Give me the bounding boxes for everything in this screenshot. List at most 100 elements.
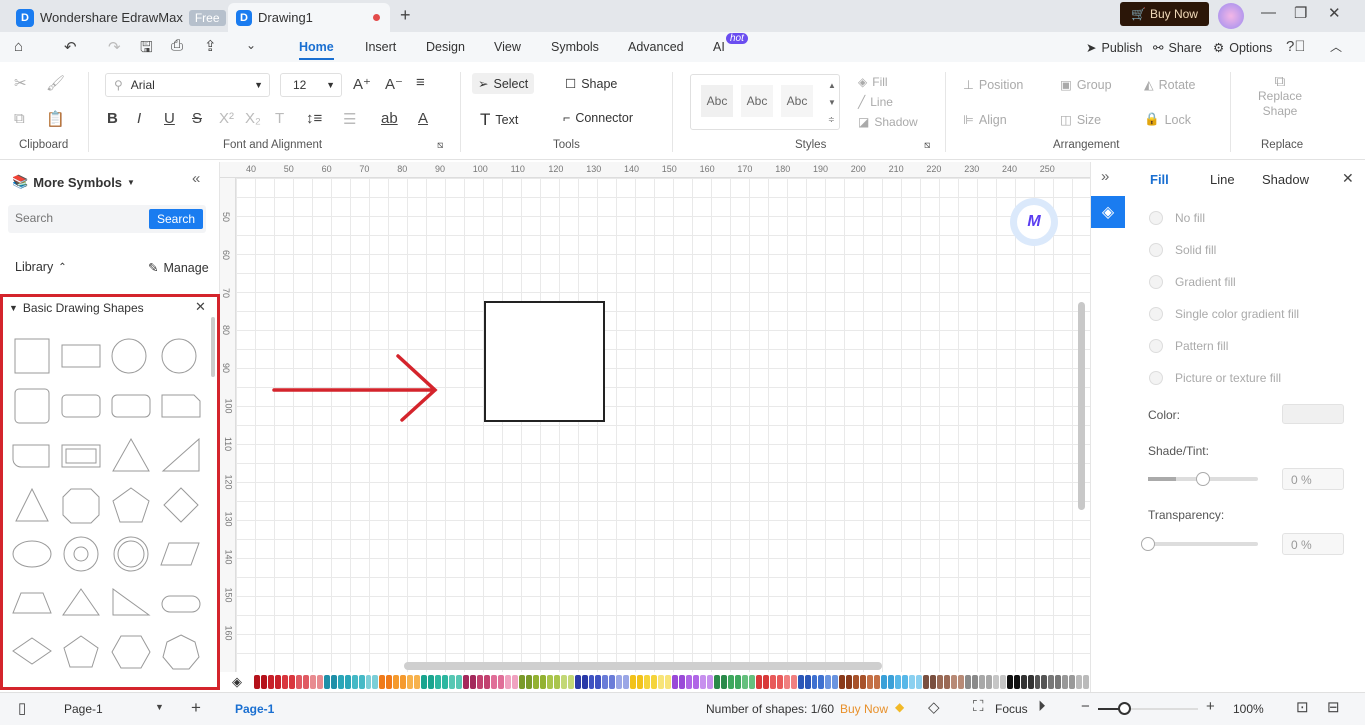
bold-icon[interactable]: B — [107, 110, 118, 127]
color-swatch[interactable] — [490, 675, 497, 689]
fill-picker-icon[interactable]: ◈ — [232, 674, 242, 690]
color-swatch[interactable] — [1041, 675, 1048, 689]
shape-tool[interactable]: ☐ Shape — [565, 76, 617, 92]
expand-dialog-icon[interactable]: ⧅ — [437, 140, 443, 151]
buy-now-button[interactable]: 🛒 Buy Now — [1120, 2, 1209, 26]
color-swatch[interactable] — [881, 675, 888, 689]
buy-now-link[interactable]: Buy Now — [840, 702, 888, 716]
collapse-panel-icon[interactable]: « — [192, 170, 200, 187]
format-painter-icon[interactable]: 🖌 — [46, 74, 65, 92]
close-window-icon[interactable]: ✕ — [1328, 4, 1341, 22]
color-swatch[interactable] — [393, 675, 400, 689]
options-button[interactable]: ⚙ Options — [1213, 40, 1272, 56]
color-swatch[interactable] — [1034, 675, 1041, 689]
color-swatch[interactable] — [456, 675, 463, 689]
superscript-icon[interactable]: X² — [219, 110, 234, 127]
color-swatch[interactable] — [727, 675, 734, 689]
color-swatch[interactable] — [839, 675, 846, 689]
publish-button[interactable]: ➤ Publish — [1086, 40, 1142, 56]
avatar[interactable] — [1218, 3, 1244, 29]
color-swatch[interactable] — [790, 675, 797, 689]
zoom-slider[interactable] — [1098, 702, 1198, 715]
color-swatch[interactable] — [254, 675, 260, 689]
color-swatch[interactable] — [414, 675, 421, 689]
color-swatch[interactable] — [700, 675, 706, 689]
fit-width-icon[interactable]: ⊟ — [1327, 698, 1340, 716]
print-icon[interactable]: ⎙ — [171, 37, 183, 54]
select-tool[interactable]: ➢ Select — [472, 73, 535, 94]
color-swatch[interactable] — [867, 675, 874, 689]
color-swatch[interactable] — [630, 675, 637, 689]
redo-icon[interactable]: ↷ — [108, 38, 121, 56]
color-swatch[interactable] — [267, 675, 274, 689]
expand-panel-icon[interactable]: » — [1101, 168, 1109, 185]
color-swatch[interactable] — [755, 675, 762, 689]
color-swatch[interactable] — [644, 675, 651, 689]
drawing-canvas[interactable]: 40 50 60 70 80 90 100 110 120 130 140 150 160 170 180 1… — [220, 162, 1090, 672]
color-swatch[interactable] — [518, 675, 525, 689]
close-section-icon[interactable]: ✕ — [195, 299, 206, 315]
fill-option-radio[interactable]: Pattern fill — [1149, 339, 1228, 353]
cut-icon[interactable]: ✂ — [14, 74, 27, 92]
shade-input[interactable]: 0 % — [1282, 468, 1344, 490]
color-swatch[interactable] — [748, 675, 755, 689]
color-swatch[interactable] — [950, 675, 957, 689]
color-swatch[interactable] — [1048, 675, 1055, 689]
fill-option-radio[interactable]: No fill — [1149, 211, 1205, 225]
color-swatch[interactable] — [776, 675, 783, 689]
color-swatch[interactable] — [260, 675, 267, 689]
color-swatch[interactable] — [971, 675, 978, 689]
color-swatch[interactable] — [909, 675, 916, 689]
color-swatch[interactable] — [546, 675, 553, 689]
tab-design[interactable]: Design — [426, 40, 465, 54]
color-swatch[interactable] — [825, 675, 832, 689]
color-swatch[interactable] — [463, 675, 470, 689]
strikethrough-icon[interactable]: S — [192, 110, 202, 127]
color-swatch[interactable] — [964, 675, 971, 689]
fill-option-radio[interactable]: Picture or texture fill — [1149, 371, 1281, 385]
color-swatch[interactable] — [309, 675, 316, 689]
export-icon[interactable]: ⇪ — [204, 37, 217, 55]
color-swatch[interactable] — [274, 675, 281, 689]
color-swatch[interactable] — [595, 675, 602, 689]
color-swatch[interactable] — [316, 675, 323, 689]
vertical-scrollbar[interactable] — [1078, 302, 1085, 510]
color-swatch[interactable] — [992, 675, 999, 689]
color-swatch[interactable] — [358, 675, 365, 689]
color-swatch[interactable] — [783, 675, 790, 689]
color-swatch[interactable] — [846, 675, 853, 689]
color-swatch[interactable] — [811, 675, 818, 689]
color-swatch[interactable] — [539, 675, 546, 689]
library-toggle[interactable]: Library ⌃ — [15, 260, 67, 274]
color-swatch[interactable] — [860, 675, 867, 689]
font-size-select[interactable]: 12 ▼ — [280, 73, 342, 97]
color-swatch[interactable] — [1027, 675, 1034, 689]
color-swatch[interactable] — [637, 675, 644, 689]
tab-shadow[interactable]: Shadow — [1262, 172, 1309, 187]
page-selector[interactable]: Page-1 — [64, 702, 103, 716]
italic-icon[interactable]: I — [137, 110, 141, 127]
app-tab[interactable]: D Wondershare EdrawMax Free — [8, 3, 234, 32]
page-tab[interactable]: Page-1 — [235, 702, 274, 716]
color-swatch[interactable] — [720, 675, 727, 689]
color-swatch[interactable] — [1076, 675, 1083, 689]
color-swatch[interactable] — [560, 675, 567, 689]
color-swatch[interactable] — [902, 675, 909, 689]
style-sample[interactable]: Abc — [701, 85, 733, 117]
add-page-icon[interactable]: + — [191, 698, 201, 718]
color-swatch[interactable] — [923, 675, 929, 689]
color-swatch[interactable] — [567, 675, 574, 689]
color-swatch[interactable] — [295, 675, 302, 689]
shade-slider[interactable] — [1148, 472, 1258, 486]
fill-option-radio[interactable]: Solid fill — [1149, 243, 1216, 257]
gallery-scroll-icon[interactable]: ▲ ▼ ≑ — [828, 77, 836, 128]
color-swatch[interactable] — [428, 675, 435, 689]
fill-button[interactable]: ◈ Fill — [858, 75, 888, 89]
play-icon[interactable]: ⏵ — [1038, 698, 1046, 715]
more-chevron-icon[interactable]: ⌄ — [246, 38, 256, 52]
color-swatch[interactable] — [679, 675, 686, 689]
underline-icon[interactable]: U — [164, 110, 175, 127]
style-sample[interactable]: Abc — [741, 85, 773, 117]
color-swatch[interactable] — [449, 675, 456, 689]
color-swatch[interactable] — [525, 675, 532, 689]
